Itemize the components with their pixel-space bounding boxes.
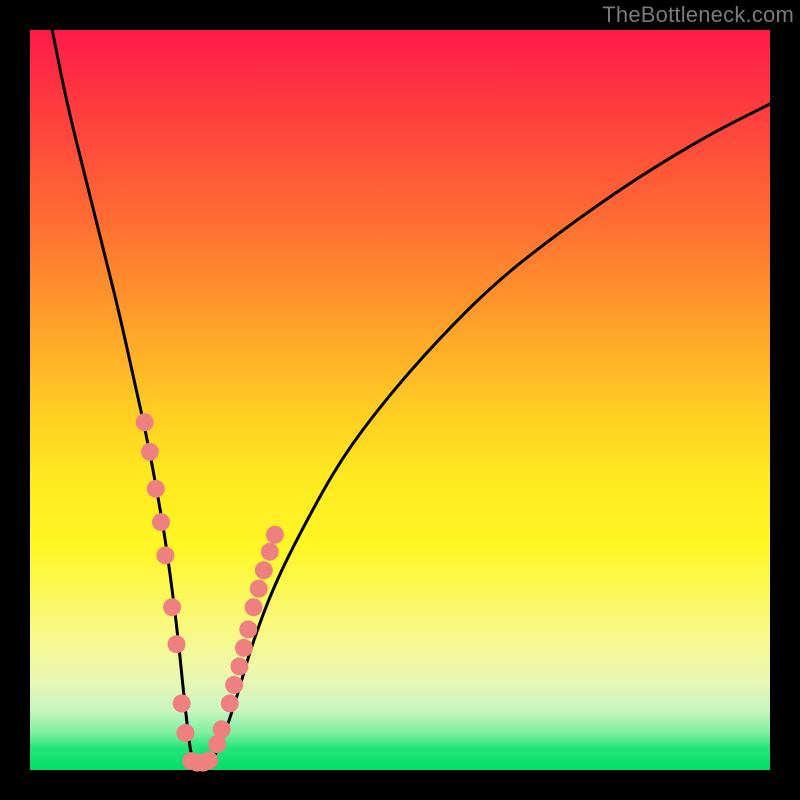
highlight-dot [225, 676, 243, 694]
highlight-dot [255, 561, 273, 579]
highlight-dot [147, 480, 165, 498]
highlight-dot [173, 694, 191, 712]
highlight-dot [261, 543, 279, 561]
highlight-dot [152, 513, 170, 531]
highlight-dot [213, 720, 231, 738]
outer-frame: TheBottleneck.com [0, 0, 800, 800]
highlight-dot [221, 694, 239, 712]
highlight-dot [200, 751, 218, 769]
chart-plot-area [30, 30, 770, 770]
highlight-dot [245, 598, 263, 616]
highlight-dot [235, 639, 253, 657]
bottleneck-curve-path [52, 30, 770, 770]
highlight-dot [176, 724, 194, 742]
highlight-dot [239, 620, 257, 638]
highlight-dot [266, 526, 284, 544]
highlight-dot [136, 413, 154, 431]
highlight-dot [141, 443, 159, 461]
watermark-text: TheBottleneck.com [602, 2, 794, 28]
highlight-dot [156, 546, 174, 564]
highlight-dot [163, 598, 181, 616]
chart-svg [30, 30, 770, 770]
highlight-dot [230, 657, 248, 675]
highlight-dot [250, 580, 268, 598]
highlight-dot [168, 635, 186, 653]
highlight-dots-group [136, 413, 284, 771]
